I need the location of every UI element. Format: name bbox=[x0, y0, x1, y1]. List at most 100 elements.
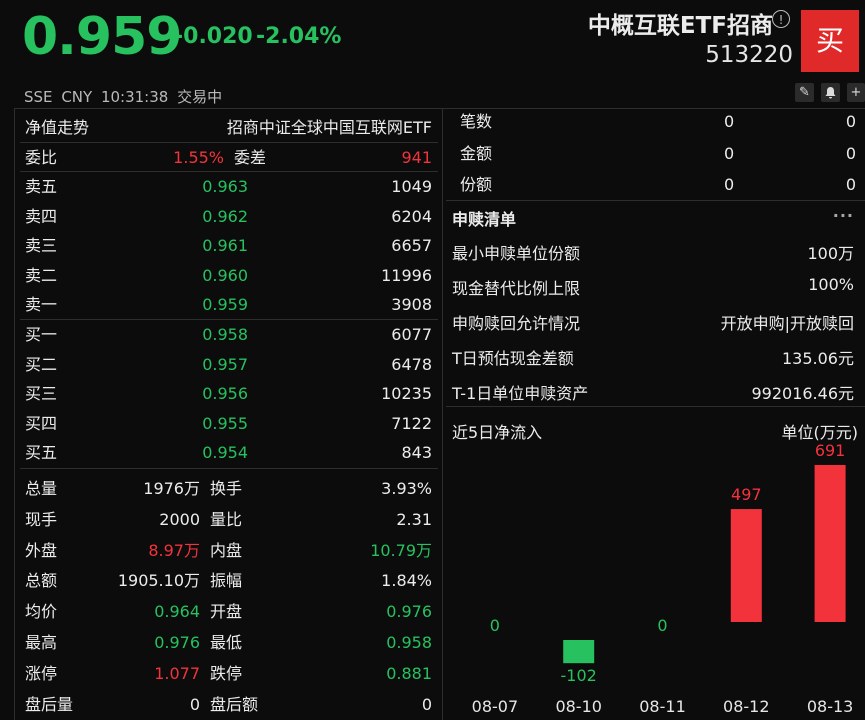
stat-value: 0 bbox=[421, 694, 432, 714]
stat-value: 0 bbox=[189, 694, 200, 714]
stat-row: 总额 1905.10万 振幅 1.84% bbox=[20, 565, 438, 596]
diff-value: 941 bbox=[401, 148, 432, 167]
order-level-row[interactable]: 卖五 0.963 1049 bbox=[20, 172, 438, 201]
order-level-row[interactable]: 卖三 0.961 6657 bbox=[20, 231, 438, 260]
order-level-row[interactable]: 买五 0.954 843 bbox=[20, 438, 438, 467]
quote-meta: SSE CNY 10:31:38 交易中 bbox=[24, 86, 222, 107]
stat-value: 2000 bbox=[159, 509, 200, 529]
buy-button[interactable]: 买 bbox=[801, 10, 859, 72]
stat-row: 均价 0.964 开盘 0.976 bbox=[20, 596, 438, 627]
order-level-row[interactable]: 买一 0.958 6077 bbox=[20, 320, 438, 349]
x-tick-label: 08-10 bbox=[555, 697, 602, 716]
level-volume: 1049 bbox=[391, 177, 432, 196]
stat-label: 跌停 bbox=[210, 663, 243, 683]
after-hours-row: 金额 0 0 bbox=[446, 138, 860, 169]
nav-trend-link[interactable]: 净值走势 bbox=[25, 113, 89, 142]
more-icon[interactable]: ··· bbox=[833, 206, 854, 225]
security-name: 中概互联ETF招商 bbox=[587, 13, 773, 39]
order-level-row[interactable]: 买三 0.956 10235 bbox=[20, 379, 438, 408]
stat-label: 最高 bbox=[25, 633, 58, 652]
stat-label: 总额 bbox=[25, 571, 58, 591]
creation-header: 申赎清单 ··· bbox=[446, 206, 860, 230]
x-tick-label: 08-07 bbox=[472, 697, 519, 716]
level-label: 买三 bbox=[25, 384, 58, 403]
bar-value-label: 0 bbox=[490, 616, 500, 635]
net-inflow-chart: 0 08-07 -102 08-10 0 08-11 497 08-12 691 08-13 bbox=[472, 441, 854, 716]
stat-label: 量比 bbox=[210, 509, 243, 529]
after-hours-value-a: 0 bbox=[724, 175, 735, 194]
after-hours-value-b: 0 bbox=[845, 112, 856, 131]
level-volume: 6478 bbox=[391, 354, 432, 374]
stat-label: 均价 bbox=[25, 602, 58, 622]
stat-label: 总量 bbox=[25, 479, 58, 498]
bar-value-label: -102 bbox=[561, 666, 597, 685]
info-icon[interactable]: ! bbox=[772, 10, 790, 28]
security-code: 513220 bbox=[705, 42, 793, 68]
stat-label: 内盘 bbox=[210, 540, 243, 560]
level-price: 0.963 bbox=[202, 177, 248, 196]
order-level-row[interactable]: 买二 0.957 6478 bbox=[20, 350, 438, 379]
price-change-percent: -2.04% bbox=[256, 24, 342, 49]
level-price: 0.954 bbox=[202, 443, 248, 462]
stat-value: 0.881 bbox=[386, 663, 432, 683]
level-price: 0.962 bbox=[202, 206, 248, 226]
stat-label: 开盘 bbox=[210, 602, 243, 622]
level-price: 0.957 bbox=[202, 354, 248, 374]
order-level-row[interactable]: 卖二 0.960 11996 bbox=[20, 261, 438, 290]
level-volume: 11996 bbox=[381, 265, 432, 285]
stat-value: 1.077 bbox=[154, 663, 200, 683]
after-hours-value-b: 0 bbox=[845, 143, 856, 163]
after-hours-row: 份额 0 0 bbox=[446, 169, 860, 200]
level-price: 0.956 bbox=[202, 384, 248, 403]
creation-item-value: 开放申购|开放赎回 bbox=[720, 314, 854, 333]
exchange-label: SSE bbox=[24, 88, 53, 106]
pencil-icon[interactable]: ✎ bbox=[795, 83, 814, 102]
level-volume: 6077 bbox=[391, 325, 432, 344]
creation-item-label: T日预估现金差额 bbox=[452, 349, 574, 368]
ratio-label: 委比 bbox=[25, 148, 58, 167]
level-label: 买四 bbox=[25, 413, 58, 433]
after-hours-value-a: 0 bbox=[724, 112, 735, 131]
stat-row: 盘后量 0 盘后额 0 bbox=[20, 689, 438, 720]
stat-row: 涨停 1.077 跌停 0.881 bbox=[20, 658, 438, 689]
stat-value: 1905.10万 bbox=[117, 571, 200, 591]
level-volume: 3908 bbox=[391, 295, 432, 314]
bell-icon[interactable] bbox=[821, 83, 840, 102]
x-tick-label: 08-13 bbox=[807, 697, 854, 716]
creation-item: T日预估现金差额 135.06元 bbox=[446, 345, 860, 368]
tracked-index-name: 招商中证全球中国互联网ETF bbox=[226, 118, 432, 137]
level-volume: 7122 bbox=[391, 413, 432, 433]
bar-value-label: 691 bbox=[815, 441, 846, 460]
order-level-row[interactable]: 卖一 0.959 3908 bbox=[20, 290, 438, 319]
stat-value: 8.97万 bbox=[148, 540, 200, 560]
level-label: 卖五 bbox=[25, 177, 58, 196]
after-hours-value-b: 0 bbox=[845, 175, 856, 194]
after-hours-label: 笔数 bbox=[460, 112, 493, 131]
order-level-row[interactable]: 买四 0.955 7122 bbox=[20, 409, 438, 438]
stat-value: 0.964 bbox=[154, 602, 200, 622]
creation-item-value: 100万 bbox=[807, 244, 854, 263]
order-ratio-row: 委比 1.55% 委差 941 bbox=[20, 143, 438, 172]
stat-value: 1.84% bbox=[381, 571, 432, 591]
stat-label: 外盘 bbox=[25, 540, 58, 560]
after-hours-label: 金额 bbox=[460, 143, 493, 163]
creation-item: T-1日单位申赎资产 992016.46元 bbox=[446, 380, 860, 403]
level-price: 0.958 bbox=[202, 325, 248, 344]
level-price: 0.955 bbox=[202, 413, 248, 433]
nav-row[interactable]: 净值走势 招商中证全球中国互联网ETF bbox=[20, 113, 438, 142]
inflow-bar bbox=[814, 465, 846, 622]
level-volume: 6204 bbox=[391, 206, 432, 226]
level-volume: 843 bbox=[401, 443, 432, 462]
stat-value: 2.31 bbox=[396, 509, 432, 529]
stat-label: 振幅 bbox=[210, 571, 243, 591]
stat-label: 最低 bbox=[210, 633, 243, 652]
stat-value: 1976万 bbox=[143, 479, 200, 498]
trading-status: 交易中 bbox=[177, 88, 223, 106]
after-hours-row: 笔数 0 0 bbox=[446, 106, 860, 137]
creation-title: 申赎清单 bbox=[452, 210, 517, 229]
level-price: 0.960 bbox=[202, 265, 248, 285]
order-level-row[interactable]: 卖四 0.962 6204 bbox=[20, 202, 438, 231]
plus-icon[interactable]: + bbox=[847, 83, 865, 102]
stat-value: 3.93% bbox=[381, 479, 432, 498]
stat-value: 0.958 bbox=[386, 633, 432, 652]
